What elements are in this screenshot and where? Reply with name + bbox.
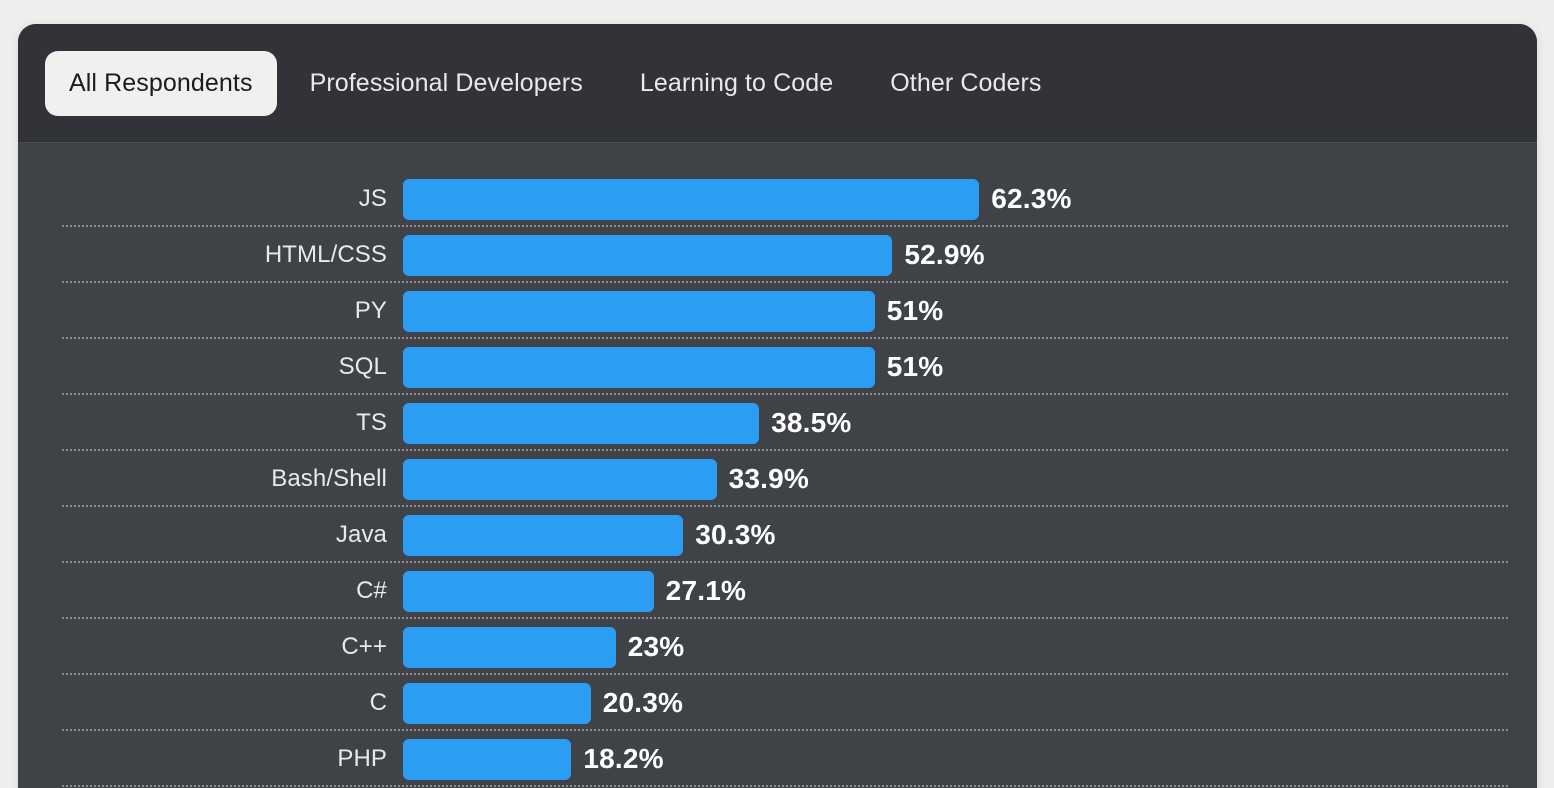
chart-card: All Respondents Professional Developers … [18, 24, 1537, 788]
bar-value-label: 33.9% [728, 463, 809, 494]
bar-value-label: 51% [886, 351, 944, 382]
bar-track: 62.3% [403, 178, 1537, 220]
bar-category-label: TS [356, 409, 387, 436]
bar-row[interactable]: C 20.3% [18, 675, 1537, 731]
bar-value-label: 30.3% [695, 519, 776, 550]
bar[interactable] [403, 178, 980, 220]
bar-category-label: HTML/CSS [264, 241, 387, 268]
bar-category-label: C++ [341, 633, 387, 660]
bar-row[interactable]: Java 30.3% [18, 507, 1537, 563]
bar-category-label: Java [335, 521, 387, 548]
bar-track: 18.2% [403, 738, 1537, 780]
bar-track: 52.9% [403, 234, 1537, 276]
bar-category-label: C [369, 689, 387, 716]
bar-row[interactable]: HTML/CSS 52.9% [18, 227, 1537, 283]
bar-row[interactable]: Bash/Shell 33.9% [18, 451, 1537, 507]
bar-row[interactable]: C++ 23% [18, 619, 1537, 675]
bar[interactable] [403, 234, 893, 276]
bar[interactable] [403, 290, 875, 332]
bar[interactable] [403, 626, 616, 668]
bar[interactable] [403, 402, 760, 444]
bar-category-label: Bash/Shell [271, 465, 387, 492]
bar-category-label: JS [358, 185, 387, 212]
bar-row[interactable]: TS 38.5% [18, 395, 1537, 451]
tab-learning-to-code[interactable]: Learning to Code [616, 51, 857, 116]
bar-row[interactable]: SQL 51% [18, 339, 1537, 395]
gridline [62, 785, 1508, 787]
bar-value-label: 20.3% [602, 687, 684, 718]
bar-track: 20.3% [403, 682, 1537, 724]
bar-category-label: C# [356, 577, 387, 604]
bar-category-label: PHP [337, 745, 387, 772]
bar-value-label: 27.1% [665, 575, 747, 606]
bar-row[interactable]: JS 62.3% [18, 171, 1537, 227]
bar-category-label: PY [354, 297, 387, 324]
bar-value-label: 52.9% [904, 239, 985, 270]
bar-row[interactable]: PHP 18.2% [18, 731, 1537, 787]
bar-track: 51% [403, 346, 1537, 388]
bar[interactable] [403, 682, 591, 724]
bar[interactable] [403, 514, 684, 556]
bar[interactable] [403, 346, 875, 388]
bar-track: 33.9% [403, 458, 1537, 500]
bar[interactable] [403, 570, 654, 612]
tab-other-coders[interactable]: Other Coders [866, 51, 1065, 116]
bar-track: 23% [403, 626, 1537, 668]
tab-all-respondents[interactable]: All Respondents [45, 50, 277, 116]
bar-value-label: 18.2% [583, 743, 664, 774]
bar-category-label: SQL [338, 353, 387, 380]
language-popularity-bar-chart: JS 62.3% HTML/CSS 52.9% PY 51% SQL 51% TS 38.5% Ba… [18, 143, 1537, 788]
tab-bar: All Respondents Professional Developers … [18, 24, 1537, 143]
bar-value-label: 62.3% [991, 183, 1072, 214]
bar-value-label: 23% [627, 631, 685, 662]
bar[interactable] [403, 738, 572, 780]
bar-track: 27.1% [403, 570, 1537, 612]
bar-track: 38.5% [403, 402, 1537, 444]
bar-rows: JS 62.3% HTML/CSS 52.9% PY 51% SQL 51% TS 38.5% Ba… [18, 171, 1537, 787]
tab-professional-developers[interactable]: Professional Developers [286, 51, 607, 116]
bar-row[interactable]: PY 51% [18, 283, 1537, 339]
bar-row[interactable]: C# 27.1% [18, 563, 1537, 619]
bar-value-label: 38.5% [771, 407, 852, 438]
screen: All Respondents Professional Developers … [0, 0, 1554, 788]
bar-value-label: 51% [886, 295, 944, 326]
bar[interactable] [403, 458, 717, 500]
bar-track: 51% [403, 290, 1537, 332]
bar-track: 30.3% [403, 514, 1537, 556]
